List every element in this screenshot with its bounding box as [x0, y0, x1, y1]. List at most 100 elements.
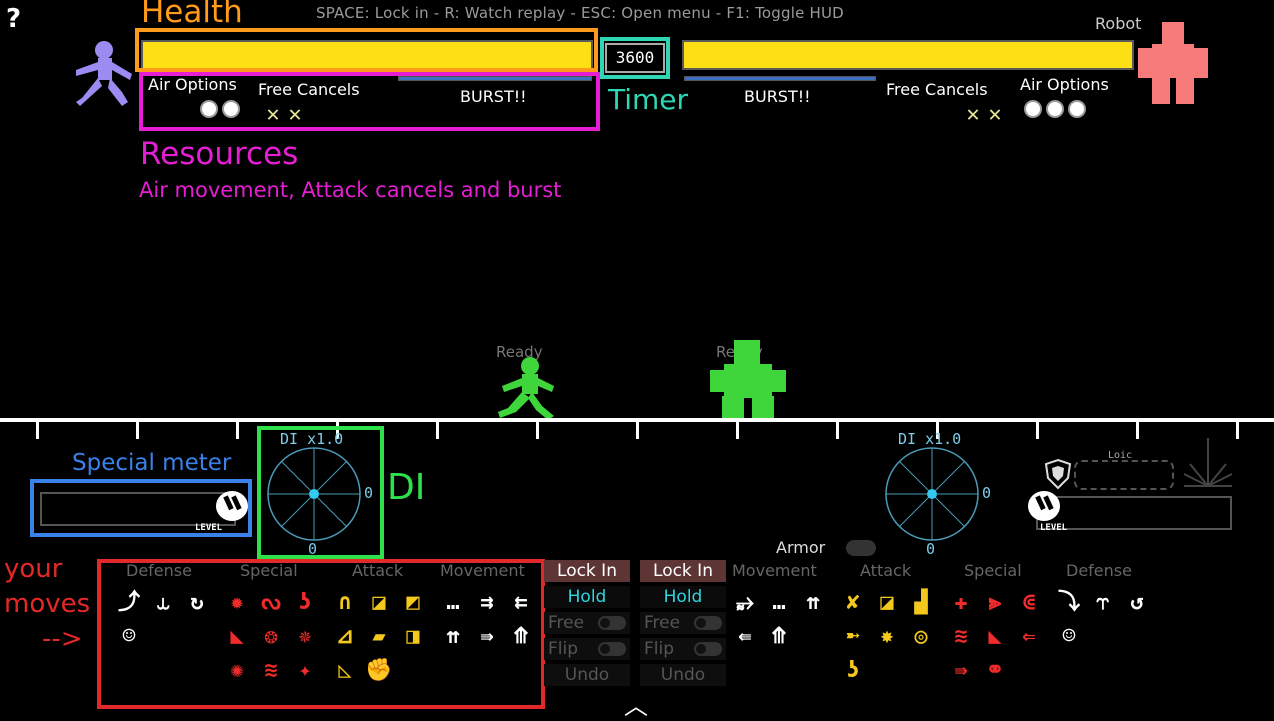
block-icon[interactable]: ⥿: [148, 588, 178, 618]
wait-icon: …: [772, 590, 786, 615]
annotation-special-meter: Special meter: [72, 450, 232, 476]
p1-free-toggle[interactable]: [598, 616, 626, 630]
ground-tick: [1236, 422, 1239, 439]
p1-di-joystick[interactable]: [266, 446, 362, 542]
run-icon[interactable]: ⇛: [472, 622, 502, 652]
p2-di-x-value: 0: [982, 484, 992, 502]
slash-icon[interactable]: ▰: [364, 622, 394, 652]
p1-flip-option[interactable]: Flip: [544, 638, 630, 660]
punch-icon[interactable]: ◪: [364, 588, 394, 618]
dash-forward-icon[interactable]: ⇉: [472, 588, 502, 618]
p1-section-defense: Defense: [126, 561, 192, 580]
p2-section-defense: Defense: [1066, 561, 1132, 580]
p2-name: Robot: [1095, 14, 1142, 33]
p1-level-tag: LEVEL: [195, 523, 223, 533]
p1-hold-button[interactable]: Hold: [544, 586, 630, 608]
ground-tick: [1036, 422, 1039, 439]
magnet-icon[interactable]: ∩: [330, 588, 360, 618]
slide-icon[interactable]: ⊿: [330, 622, 360, 652]
flame-icon[interactable]: ✵: [290, 622, 320, 652]
dodge-icon: ⤵: [1057, 590, 1080, 615]
ground-tick: [36, 422, 39, 439]
p1-di-x-value: 0: [364, 484, 374, 502]
p1-section-movement: Movement: [440, 561, 525, 580]
annotation-health-box: [135, 28, 598, 72]
dodge-icon[interactable]: ⤴: [114, 588, 144, 618]
block-icon: ⥾: [1096, 590, 1110, 615]
p2-fighter: [710, 340, 786, 420]
claw-icon: ⫸: [988, 590, 1002, 615]
help-icon[interactable]: ?: [6, 4, 21, 34]
superjump-icon: ⤊: [769, 624, 789, 649]
p1-lock-in-button[interactable]: Lock In: [544, 560, 630, 582]
p1-portrait: [76, 41, 132, 106]
hook-icon[interactable]: ᔓ: [256, 588, 286, 618]
free-cancel-icon: ✕: [966, 102, 980, 127]
jump-icon[interactable]: ⇈: [438, 622, 468, 652]
satellite-beam-icon: [1183, 438, 1233, 487]
p2-undo-button[interactable]: Undo: [640, 664, 726, 686]
dash-back-icon[interactable]: ⇇: [506, 588, 536, 618]
burst-icon: ◣: [988, 624, 1002, 649]
grab-icon[interactable]: ✊: [364, 656, 394, 686]
taunt-icon: ☺: [1062, 624, 1076, 649]
superjump-icon[interactable]: ⤊: [506, 622, 536, 652]
wave-icon: ≋: [954, 624, 968, 649]
ground-tick: [636, 422, 639, 439]
shock-icon: ➼: [846, 624, 860, 649]
ground-tick: [236, 422, 239, 439]
annotation-di: DI: [387, 467, 426, 508]
rewind-icon[interactable]: ↻: [182, 588, 212, 618]
annotation-your-moves-arrow: -->: [42, 624, 83, 654]
p2-lock-in-button[interactable]: Lock In: [640, 560, 726, 582]
wave-icon[interactable]: ≋: [256, 656, 286, 686]
uppercut-icon[interactable]: ◨: [398, 622, 428, 652]
p1-fighter: [498, 357, 554, 420]
bite-icon[interactable]: ◣: [222, 622, 252, 652]
fist-icon: ◪: [880, 590, 894, 615]
bike-icon: ⚭: [985, 658, 1005, 683]
p2-di-joystick: [885, 447, 979, 541]
p1-free-option[interactable]: Free: [544, 612, 630, 634]
p2-flip-option[interactable]: Flip: [640, 638, 726, 660]
p2-free-toggle[interactable]: [694, 616, 722, 630]
tail-icon[interactable]: ʖ: [290, 588, 320, 618]
p2-flip-toggle[interactable]: [694, 642, 722, 656]
air-option-pip: [1024, 100, 1042, 118]
p2-flip-label: Flip: [644, 639, 675, 659]
annotation-timer: Timer: [608, 83, 689, 116]
p2-burst-bar: [684, 76, 876, 81]
p1-free-label: Free: [548, 613, 585, 633]
p1-di-y-value: 0: [308, 540, 318, 558]
p2-level-tag: LEVEL: [1040, 523, 1068, 533]
p2-burst-label: BURST!!: [744, 87, 811, 106]
bomb-icon[interactable]: ❂: [256, 622, 286, 652]
stomp-icon[interactable]: ◺: [330, 656, 360, 686]
burst-icon[interactable]: ✺: [222, 656, 252, 686]
bird-icon: ⥵: [736, 590, 754, 615]
p2-free-option[interactable]: Free: [640, 612, 726, 634]
ground-tick: [136, 422, 139, 439]
ground-tick: [736, 422, 739, 439]
p2-air-options-pips: [1024, 100, 1090, 122]
annotation-resources-box: [139, 72, 600, 131]
kick-icon[interactable]: ◩: [398, 588, 428, 618]
armor-toggle[interactable]: [846, 540, 876, 556]
drill-icon: ⇐: [1022, 624, 1036, 649]
p2-hold-button[interactable]: Hold: [640, 586, 726, 608]
taunt-icon[interactable]: ☺: [114, 622, 144, 652]
hook-icon: ʖ: [846, 658, 860, 683]
p2-free-cancel-pips: ✕ ✕: [962, 104, 1006, 126]
claw-icon[interactable]: ✦: [290, 656, 320, 686]
dash-back-icon: ⇚: [738, 624, 752, 649]
chevron-up-icon[interactable]: ︿: [624, 686, 648, 721]
annotation-your-moves-line1: your: [4, 554, 63, 584]
gear-icon[interactable]: ✹: [222, 588, 252, 618]
p1-undo-button[interactable]: Undo: [544, 664, 630, 686]
p2-health-fill: [684, 42, 1132, 68]
annotation-resources: Resources: [140, 136, 299, 172]
free-cancel-icon: ✕: [988, 102, 1002, 127]
dash-icon: ⇛: [954, 658, 968, 683]
wait-icon[interactable]: …: [438, 588, 468, 618]
p1-flip-toggle[interactable]: [598, 642, 626, 656]
